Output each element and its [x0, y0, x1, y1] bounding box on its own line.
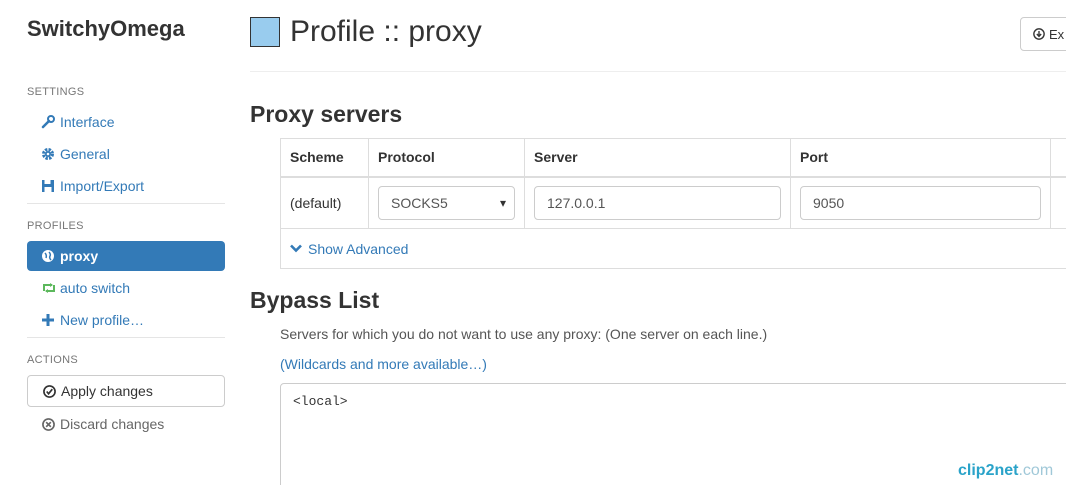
column-header-extra	[1050, 138, 1066, 178]
server-value: 127.0.0.1	[547, 194, 606, 211]
discard-changes-label: Discard changes	[60, 416, 165, 432]
show-advanced-label: Show Advanced	[308, 240, 409, 257]
sidebar-item-interface[interactable]: Interface	[27, 107, 225, 137]
column-header-protocol: Protocol	[368, 138, 525, 178]
check-circle-icon	[43, 384, 56, 398]
settings-header: SETTINGS	[27, 86, 85, 98]
header-divider	[250, 71, 1066, 72]
sidebar-item-new-profile[interactable]: New profile…	[27, 305, 225, 335]
advanced-row: Show Advanced	[280, 228, 1066, 269]
bypass-list-textarea[interactable]: <local>	[280, 383, 1066, 485]
table-header-row: Scheme Protocol Server Port	[280, 138, 1066, 178]
retweet-icon	[41, 281, 55, 295]
sidebar-item-label: Interface	[60, 114, 115, 130]
show-advanced-link[interactable]: Show Advanced	[290, 241, 408, 257]
protocol-select[interactable]: SOCKS5	[378, 185, 515, 220]
plus-icon	[41, 313, 55, 327]
column-header-server: Server	[524, 138, 791, 178]
discard-changes-button[interactable]: Discard changes	[27, 409, 225, 439]
extra-cell	[1050, 176, 1066, 229]
protocol-value: SOCKS5	[391, 194, 448, 211]
watermark-logo: clip2net.com	[958, 462, 1053, 480]
sidebar: SwitchyOmega SETTINGS Interface General …	[0, 0, 240, 485]
proxy-servers-table: Scheme Protocol Server Port (default) SO…	[280, 138, 1066, 269]
close-circle-icon	[42, 417, 55, 431]
download-icon	[1033, 28, 1045, 40]
server-input[interactable]: 127.0.0.1	[534, 185, 781, 220]
divider	[27, 337, 225, 338]
sidebar-item-proxy[interactable]: proxy	[27, 241, 225, 271]
profiles-header: PROFILES	[27, 220, 84, 232]
watermark-tld: .com	[1018, 462, 1054, 479]
sidebar-item-label: proxy	[60, 248, 99, 264]
gear-icon	[41, 147, 55, 161]
apply-changes-label: Apply changes	[61, 383, 153, 399]
globe-icon	[41, 249, 55, 263]
apply-changes-button[interactable]: Apply changes	[27, 375, 225, 407]
watermark-name: clip2net	[958, 462, 1019, 479]
sidebar-item-label: auto switch	[60, 280, 131, 296]
wrench-icon	[41, 115, 55, 129]
sidebar-item-auto-switch[interactable]: auto switch	[27, 273, 225, 303]
sidebar-item-label: General	[60, 146, 110, 162]
column-header-port: Port	[790, 138, 1051, 178]
proxy-servers-title: Proxy servers	[250, 101, 403, 127]
port-input[interactable]: 9050	[800, 185, 1041, 220]
table-row: (default) SOCKS5 127.0.0.1 9050	[280, 176, 1066, 229]
wildcards-link[interactable]: (Wildcards and more available…)	[280, 356, 487, 372]
bypass-list-title: Bypass List	[250, 287, 380, 313]
divider	[27, 203, 225, 204]
sidebar-item-label: New profile…	[60, 312, 145, 328]
port-cell: 9050	[790, 176, 1051, 229]
scheme-cell: (default)	[280, 176, 369, 229]
profile-color-swatch[interactable]	[250, 17, 280, 47]
sidebar-item-general[interactable]: General	[27, 139, 225, 169]
export-button[interactable]: Ex	[1020, 17, 1066, 51]
floppy-icon	[41, 179, 55, 193]
sidebar-item-import-export[interactable]: Import/Export	[27, 171, 225, 201]
server-cell: 127.0.0.1	[524, 176, 791, 229]
bypass-help-text: Servers for which you do not want to use…	[280, 326, 768, 342]
actions-header: ACTIONS	[27, 354, 78, 366]
sidebar-item-label: Import/Export	[60, 178, 145, 194]
advanced-cell: Show Advanced	[280, 228, 1066, 269]
page-title: Profile :: proxy	[290, 15, 482, 48]
export-label: Ex	[1049, 26, 1065, 42]
protocol-cell: SOCKS5	[368, 176, 525, 229]
chevron-down-icon	[290, 244, 302, 253]
column-header-scheme: Scheme	[280, 138, 369, 178]
app-brand: SwitchyOmega	[27, 16, 185, 41]
port-value: 9050	[813, 194, 845, 211]
